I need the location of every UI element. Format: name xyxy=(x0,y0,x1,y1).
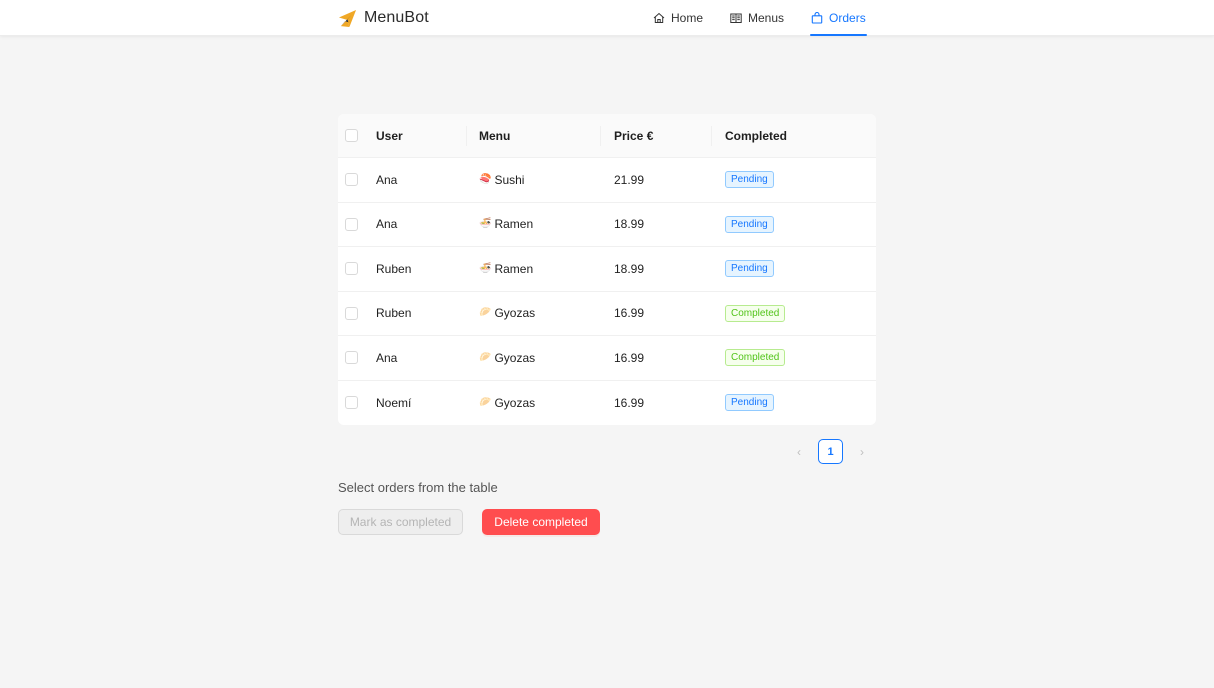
table-header-row: User Menu Price € Completed xyxy=(338,114,876,158)
status-badge: Completed xyxy=(725,304,786,322)
row-checkbox[interactable] xyxy=(345,217,358,231)
column-divider xyxy=(600,125,601,146)
nav-item-menus[interactable]: Menus xyxy=(729,0,785,36)
mark-as-completed-button[interactable]: Mark as completed xyxy=(338,509,463,535)
menu-name: Ramen xyxy=(494,261,534,276)
menu-cell: 🍣 Sushi xyxy=(479,158,524,202)
pagination: ‹ 1 › xyxy=(790,439,871,464)
table-row[interactable]: Ana 🥟 Gyozas 16.99 Completed xyxy=(338,336,876,381)
selection-hint: Select orders from the table xyxy=(338,480,498,495)
dumpling-icon: 🥟 xyxy=(479,351,492,363)
nav-item-label: Home xyxy=(671,11,704,25)
menu-cell: 🥟 Gyozas xyxy=(479,336,535,380)
top-header: MenuBot Home Menus Orders xyxy=(0,0,1214,36)
row-checkbox[interactable] xyxy=(345,306,358,320)
app-name: MenuBot xyxy=(364,9,429,26)
nav-item-label: Menus xyxy=(748,11,785,25)
user-cell: Noemí xyxy=(376,395,412,410)
status-badge: Pending xyxy=(725,171,774,189)
price-cell: 16.99 xyxy=(614,306,645,321)
home-icon xyxy=(653,12,665,24)
menu-name: Gyozas xyxy=(494,350,536,365)
price-cell: 16.99 xyxy=(614,350,645,365)
status-badge: Pending xyxy=(725,215,774,233)
menu-name: Gyozas xyxy=(494,395,536,410)
table-row[interactable]: Ruben 🥟 Gyozas 16.99 Completed xyxy=(338,292,876,336)
table-row[interactable]: Ana 🍣 Sushi 21.99 Pending xyxy=(338,158,876,203)
column-header-menu[interactable]: Menu xyxy=(479,114,510,157)
row-checkbox[interactable] xyxy=(345,262,358,276)
menu-cell: 🍜 Ramen xyxy=(479,247,533,291)
shopping-bag-icon xyxy=(811,12,823,24)
book-icon xyxy=(730,12,742,24)
chevron-left-icon: ‹ xyxy=(797,444,801,459)
menu-cell: 🍜 Ramen xyxy=(479,203,533,247)
dumpling-icon: 🥟 xyxy=(479,396,492,408)
row-checkbox[interactable] xyxy=(345,173,358,187)
menu-cell: 🥟 Gyozas xyxy=(479,292,535,336)
menu-name: Ramen xyxy=(494,217,534,232)
status-badge: Pending xyxy=(725,394,774,412)
nav-item-label: Orders xyxy=(829,11,866,25)
menu-cell: 🥟 Gyozas xyxy=(479,381,535,426)
table-row[interactable]: Ruben 🍜 Ramen 18.99 Pending xyxy=(338,247,876,292)
status-badge: Completed xyxy=(725,349,786,367)
sushi-icon: 🍣 xyxy=(479,173,492,185)
row-checkbox[interactable] xyxy=(345,351,358,365)
status-badge: Pending xyxy=(725,260,774,278)
select-all-checkbox[interactable] xyxy=(345,129,358,142)
column-header-completed[interactable]: Completed xyxy=(725,114,787,157)
column-divider xyxy=(466,125,467,146)
dumpling-icon: 🥟 xyxy=(479,307,492,319)
page-1-button[interactable]: 1 xyxy=(818,439,843,464)
paper-plane-icon xyxy=(338,9,357,28)
chevron-right-icon: › xyxy=(860,444,864,459)
user-cell: Ana xyxy=(376,350,398,365)
orders-table: User Menu Price € Completed Ana 🍣 Sushi 2… xyxy=(338,114,876,425)
next-page-button[interactable]: › xyxy=(853,439,871,464)
menu-name: Sushi xyxy=(494,172,525,187)
table-row[interactable]: Ana 🍜 Ramen 18.99 Pending xyxy=(338,203,876,247)
user-cell: Ruben xyxy=(376,261,412,276)
user-cell: Ana xyxy=(376,217,398,232)
ramen-icon: 🍜 xyxy=(479,218,492,230)
price-cell: 16.99 xyxy=(614,395,645,410)
row-checkbox[interactable] xyxy=(345,396,358,410)
menu-name: Gyozas xyxy=(494,306,536,321)
price-cell: 18.99 xyxy=(614,217,645,232)
user-cell: Ana xyxy=(376,172,398,187)
delete-completed-button[interactable]: Delete completed xyxy=(482,509,600,535)
price-cell: 18.99 xyxy=(614,261,645,276)
table-row[interactable]: Noemí 🥟 Gyozas 16.99 Pending xyxy=(338,381,876,426)
nav-item-orders[interactable]: Orders xyxy=(810,0,867,36)
prev-page-button[interactable]: ‹ xyxy=(790,439,808,464)
column-header-price[interactable]: Price € xyxy=(614,114,653,157)
column-divider xyxy=(711,125,712,146)
price-cell: 21.99 xyxy=(614,172,645,187)
user-cell: Ruben xyxy=(376,306,412,321)
main-nav: Home Menus Orders xyxy=(652,0,867,36)
ramen-icon: 🍜 xyxy=(479,262,492,274)
nav-item-home[interactable]: Home xyxy=(652,0,704,36)
app-logo[interactable]: MenuBot xyxy=(338,7,429,29)
column-header-user[interactable]: User xyxy=(376,114,403,157)
